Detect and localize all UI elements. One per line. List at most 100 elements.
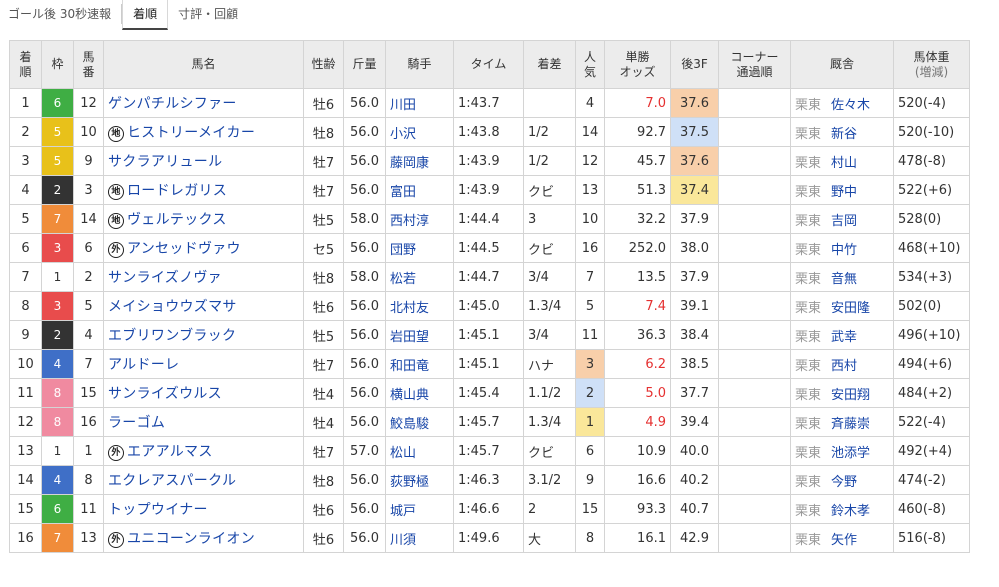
trainer-link[interactable]: 佐々木	[831, 98, 870, 113]
horse-name-link[interactable]: ヴェルテックス	[127, 212, 227, 228]
odds-cell: 7.0	[604, 88, 671, 118]
tab-review[interactable]: 寸評・回顧	[168, 0, 248, 30]
tab-goal-flash[interactable]: ゴール後 30秒速報	[8, 0, 121, 30]
horse-name-cell[interactable]: ゲンパチルシファー	[103, 88, 304, 118]
horse-name-link[interactable]: サクラアリュール	[108, 154, 222, 170]
header-time: タイム	[453, 40, 524, 89]
jockey-link[interactable]: 岩田望	[385, 320, 454, 350]
horse-origin-badge-icon: 地	[108, 126, 124, 142]
horse-name-cell[interactable]: ラーゴム	[103, 407, 304, 437]
jockey-link[interactable]: 城戸	[385, 494, 454, 524]
rank-cell: 15	[9, 494, 42, 524]
horse-name-cell[interactable]: サンライズウルス	[103, 378, 304, 408]
umaban-cell: 1	[73, 436, 104, 466]
horse-name-cell[interactable]: メイショウウズマサ	[103, 291, 304, 321]
jockey-link[interactable]: 和田竜	[385, 349, 454, 379]
horse-name-link[interactable]: トップウイナー	[108, 502, 208, 518]
last-3f-cell: 40.0	[670, 436, 719, 466]
trainer-link[interactable]: 中竹	[831, 243, 857, 258]
horse-name-cell[interactable]: 外アンセッドヴァウ	[103, 233, 304, 263]
jockey-link[interactable]: 松山	[385, 436, 454, 466]
trainer-link[interactable]: 斉藤崇	[831, 417, 870, 432]
trainer-link[interactable]: 安田翔	[831, 388, 870, 403]
jockey-link[interactable]: 西村淳	[385, 204, 454, 234]
sex-age-cell: 牡8	[303, 262, 344, 292]
trainer-link[interactable]: 池添学	[831, 446, 870, 461]
trainer-link[interactable]: 武幸	[831, 330, 857, 345]
trainer-link[interactable]: 野中	[831, 185, 857, 200]
horse-name-cell[interactable]: 地ヴェルテックス	[103, 204, 304, 234]
waku-cell: 4	[41, 349, 74, 379]
corner-cell	[718, 320, 791, 350]
jockey-link[interactable]: 松若	[385, 262, 454, 292]
ninki-cell: 4	[575, 88, 605, 118]
horse-name-cell[interactable]: 地ロードレガリス	[103, 175, 304, 205]
horse-name-cell[interactable]: 外ユニコーンライオン	[103, 523, 304, 553]
trainer-link[interactable]: 矢作	[831, 533, 857, 548]
jockey-link[interactable]: 団野	[385, 233, 454, 263]
stable-area: 栗東	[795, 97, 822, 113]
stable-cell: 栗東 音無	[790, 262, 894, 292]
trainer-link[interactable]: 安田隆	[831, 301, 870, 316]
header-body-weight-main: 馬体重	[913, 49, 950, 64]
horse-name-link[interactable]: エクレアスパークル	[108, 473, 236, 489]
horse-name-cell[interactable]: エクレアスパークル	[103, 465, 304, 495]
trainer-link[interactable]: 新谷	[831, 127, 857, 142]
jockey-link[interactable]: 横山典	[385, 378, 454, 408]
trainer-link[interactable]: 今野	[831, 475, 857, 490]
time-cell: 1:45.4	[453, 378, 524, 408]
horse-name-cell[interactable]: 外エアアルマス	[103, 436, 304, 466]
horse-name-link[interactable]: ラーゴム	[108, 415, 165, 431]
horse-name-link[interactable]: ゲンパチルシファー	[108, 96, 237, 112]
corner-cell	[718, 88, 791, 118]
jockey-link[interactable]: 鮫島駿	[385, 407, 454, 437]
waku-number: 5	[53, 125, 62, 139]
jockey-link[interactable]: 藤岡康	[385, 146, 454, 176]
horse-name-cell[interactable]: サクラアリュール	[103, 146, 304, 176]
margin-cell: 3/4	[523, 262, 576, 292]
horse-name-cell[interactable]: トップウイナー	[103, 494, 304, 524]
weight-cell: 56.0	[343, 175, 386, 205]
weight-cell: 56.0	[343, 349, 386, 379]
horse-name-link[interactable]: エアアルマス	[127, 444, 213, 460]
jockey-link[interactable]: 北村友	[385, 291, 454, 321]
horse-name-link[interactable]: エブリワンブラック	[108, 328, 236, 344]
horse-name-cell[interactable]: 地ヒストリーメイカー	[103, 117, 304, 147]
horse-name-link[interactable]: アンセッドヴァウ	[127, 241, 241, 257]
rank-cell: 6	[9, 233, 42, 263]
jockey-link[interactable]: 川須	[385, 523, 454, 553]
horse-name-link[interactable]: アルドーレ	[108, 357, 179, 373]
jockey-link[interactable]: 小沢	[385, 117, 454, 147]
jockey-link[interactable]: 荻野極	[385, 465, 454, 495]
horse-name-link[interactable]: ユニコーンライオン	[127, 531, 255, 547]
trainer-link[interactable]: 鈴木孝	[831, 504, 870, 519]
odds-cell: 6.2	[604, 349, 671, 379]
umaban-cell: 2	[73, 262, 104, 292]
waku-number: 3	[53, 241, 62, 255]
horse-name-cell[interactable]: エブリワンブラック	[103, 320, 304, 350]
odds-cell: 16.1	[604, 523, 671, 553]
ninki-cell: 16	[575, 233, 605, 263]
corner-cell	[718, 465, 791, 495]
horse-name-link[interactable]: メイショウウズマサ	[108, 299, 237, 315]
horse-name-link[interactable]: ヒストリーメイカー	[127, 125, 255, 141]
trainer-link[interactable]: 音無	[831, 272, 857, 287]
trainer-link[interactable]: 村山	[831, 156, 857, 171]
last-3f-cell: 38.5	[670, 349, 719, 379]
horse-name-cell[interactable]: アルドーレ	[103, 349, 304, 379]
waku-cell: 1	[41, 436, 74, 466]
horse-name-cell[interactable]: サンライズノヴァ	[103, 262, 304, 292]
jockey-link[interactable]: 富田	[385, 175, 454, 205]
stable-cell: 栗東 武幸	[790, 320, 894, 350]
horse-name-link[interactable]: サンライズノヴァ	[108, 270, 222, 286]
horse-name-link[interactable]: ロードレガリス	[127, 183, 227, 199]
horse-name-link[interactable]: サンライズウルス	[108, 386, 222, 402]
trainer-link[interactable]: 西村	[831, 359, 857, 374]
trainer-link[interactable]: 吉岡	[831, 214, 857, 229]
stable-area: 栗東	[795, 474, 822, 490]
time-cell: 1:44.7	[453, 262, 524, 292]
tab-finish-order[interactable]: 着順	[122, 0, 169, 30]
stable-area: 栗東	[795, 213, 822, 229]
jockey-link[interactable]: 川田	[385, 88, 454, 118]
waku-cell: 7	[41, 204, 74, 234]
